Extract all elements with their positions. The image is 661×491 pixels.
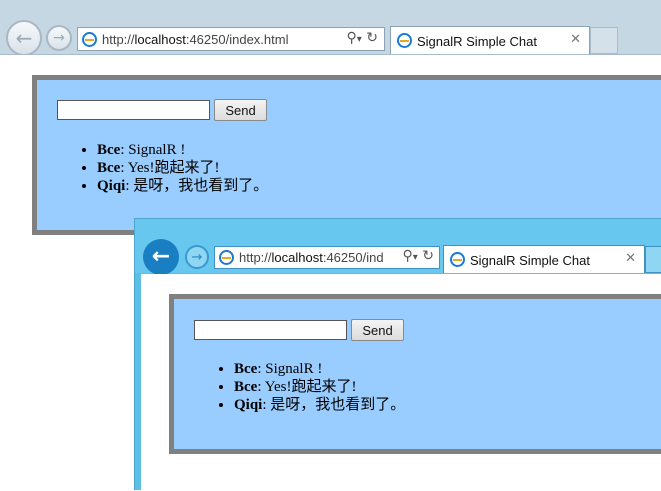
message-sender: Bce	[97, 142, 121, 158]
chat-panel: Send Bce: SignalR ! Bce: Yes!跑起来了! Qiqi:…	[32, 75, 661, 235]
message-item: Bce: Yes!跑起来了!	[234, 378, 405, 396]
send-button[interactable]: Send	[351, 319, 404, 341]
ie-page-icon	[82, 32, 97, 47]
new-tab-button[interactable]	[590, 27, 618, 54]
forward-button[interactable]: →	[185, 245, 209, 269]
message-item: Bce: Yes!跑起来了!	[97, 159, 268, 177]
refresh-icon[interactable]: ↻	[422, 248, 434, 264]
tab-signalr-chat[interactable]: SignalR Simple Chat ✕	[390, 26, 590, 54]
tab-title: SignalR Simple Chat	[470, 253, 590, 268]
message-input[interactable]	[57, 100, 210, 120]
message-text: : Yes!跑起来了!	[257, 379, 357, 395]
ie-page-icon	[397, 33, 412, 48]
message-text: : SignalR !	[257, 361, 323, 377]
search-icon[interactable]: ⚲	[403, 248, 413, 264]
message-sender: Bce	[234, 361, 258, 377]
forward-arrow-icon: →	[53, 30, 65, 46]
browser-window-foreground: ← → http://localhost:46250/ind ⚲▾ ↻ Sign…	[134, 218, 661, 491]
ie-page-icon	[450, 252, 465, 267]
message-sender: Bce	[97, 160, 121, 176]
address-url[interactable]: http://localhost:46250/index.html	[102, 32, 302, 47]
message-list: Bce: SignalR ! Bce: Yes!跑起来了! Qiqi: 是呀，我…	[77, 141, 268, 195]
chat-panel: Send Bce: SignalR ! Bce: Yes!跑起来了! Qiqi:…	[169, 294, 661, 454]
message-sender: Bce	[234, 379, 258, 395]
message-item: Qiqi: 是呀，我也看到了。	[97, 177, 268, 195]
message-text: : Yes!跑起来了!	[120, 160, 220, 176]
dropdown-icon[interactable]: ▾	[413, 252, 418, 263]
address-tools: ⚲▾ ↻	[347, 30, 378, 46]
address-bar[interactable]: http://localhost:46250/index.html ⚲▾ ↻	[77, 27, 385, 51]
refresh-icon[interactable]: ↻	[366, 30, 378, 46]
send-button[interactable]: Send	[214, 99, 267, 121]
dropdown-icon[interactable]: ▾	[357, 34, 362, 45]
back-button[interactable]: ←	[6, 20, 42, 56]
message-item: Bce: SignalR !	[97, 141, 268, 159]
browser-toolbar: ← → http://localhost:46250/ind ⚲▾ ↻ Sign…	[135, 219, 661, 275]
message-list: Bce: SignalR ! Bce: Yes!跑起来了! Qiqi: 是呀，我…	[214, 360, 405, 414]
page-viewport: Send Bce: SignalR ! Bce: Yes!跑起来了! Qiqi:…	[141, 274, 661, 491]
new-tab-button[interactable]	[645, 246, 661, 273]
back-arrow-icon: ←	[15, 26, 33, 50]
address-bar[interactable]: http://localhost:46250/ind ⚲▾ ↻	[214, 246, 440, 269]
browser-toolbar: ← → http://localhost:46250/index.html ⚲▾…	[0, 0, 661, 56]
close-icon[interactable]: ✕	[570, 32, 581, 47]
address-tools: ⚲▾ ↻	[403, 248, 434, 264]
forward-button[interactable]: →	[46, 25, 72, 51]
message-text: : 是呀，我也看到了。	[262, 397, 406, 413]
forward-arrow-icon: →	[191, 249, 203, 265]
message-item: Bce: SignalR !	[234, 360, 405, 378]
message-sender: Qiqi	[234, 397, 263, 413]
ie-page-icon	[219, 250, 234, 265]
search-icon[interactable]: ⚲	[347, 30, 357, 46]
message-item: Qiqi: 是呀，我也看到了。	[234, 396, 405, 414]
address-url[interactable]: http://localhost:46250/ind	[239, 250, 386, 265]
message-sender: Qiqi	[97, 178, 126, 194]
close-icon[interactable]: ✕	[625, 251, 636, 266]
back-arrow-icon: ←	[151, 244, 171, 269]
message-input[interactable]	[194, 320, 347, 340]
tab-signalr-chat[interactable]: SignalR Simple Chat ✕	[443, 245, 645, 273]
tab-title: SignalR Simple Chat	[417, 34, 537, 49]
back-button[interactable]: ←	[143, 239, 179, 275]
message-text: : SignalR !	[120, 142, 186, 158]
message-text: : 是呀，我也看到了。	[125, 178, 269, 194]
